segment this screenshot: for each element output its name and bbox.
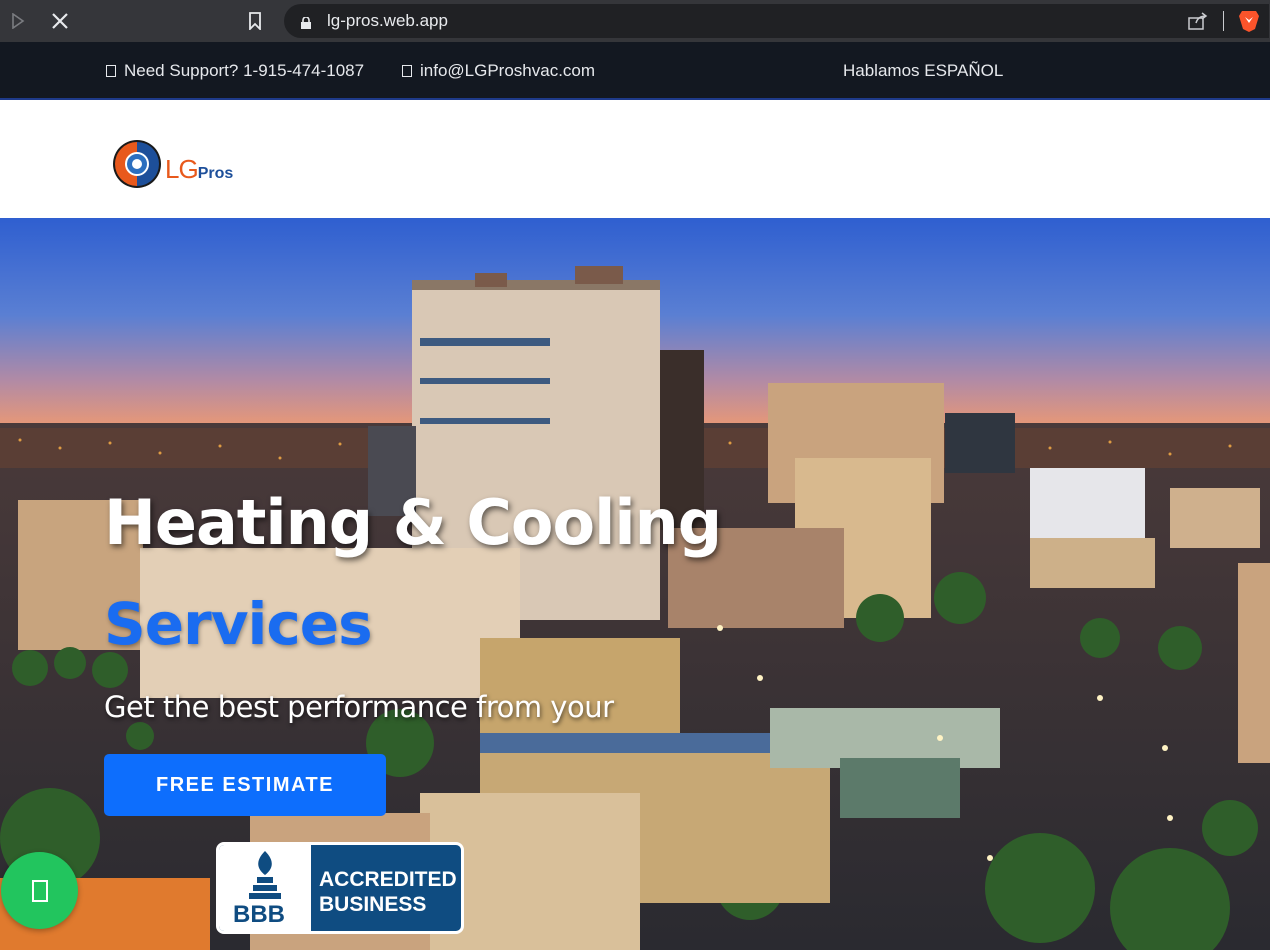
free-estimate-button[interactable]: FREE ESTIMATE (104, 754, 386, 816)
brave-shield-icon[interactable] (1236, 0, 1262, 42)
support-email-link[interactable]: info@LGProshvac.com (402, 42, 595, 100)
bbb-accredited-badge[interactable]: BBB ACCREDITED BUSINESS (216, 842, 464, 934)
language-note: Hablamos ESPAÑOL (843, 61, 1004, 80)
bbb-badge-line1: ACCREDITED (319, 868, 457, 891)
play-icon[interactable] (6, 0, 30, 42)
chat-button[interactable] (1, 852, 78, 929)
support-phone-link[interactable]: Need Support? 1-915-474-1087 (106, 42, 364, 100)
hero-title-services: Services (104, 590, 373, 658)
bbb-logo: BBB (219, 845, 311, 931)
email-icon (402, 65, 412, 77)
logo-emblem-icon (113, 140, 161, 188)
lock-icon (301, 14, 311, 29)
bbb-badge-text: ACCREDITED BUSINESS (319, 867, 457, 917)
logo-pros-text: Pros (197, 165, 234, 182)
share-icon[interactable] (1186, 0, 1210, 42)
browser-toolbar: lg-pros.web.app (0, 0, 1270, 42)
close-icon[interactable] (46, 0, 74, 42)
support-phone-text: Need Support? 1-915-474-1087 (124, 61, 365, 80)
bbb-badge-line2: BUSINESS (319, 893, 427, 916)
hero-title: Heating & Cooling (104, 486, 722, 559)
city-skyline-background (0, 218, 1270, 950)
bookmark-icon[interactable] (243, 0, 267, 42)
logo-lg-text: LG (165, 154, 199, 184)
support-email-text: info@LGProshvac.com (420, 61, 596, 80)
toolbar-divider (1220, 0, 1226, 42)
hero-subtitle: Get the best performance from your (104, 690, 614, 724)
top-bar: Need Support? 1-915-474-1087 info@LGPros… (0, 42, 1270, 100)
bbb-logo-text: BBB (233, 901, 285, 928)
logo-wordmark[interactable]: LGPros (165, 154, 233, 185)
phone-icon (106, 65, 116, 77)
address-url[interactable]: lg-pros.web.app (327, 0, 448, 42)
chat-icon (31, 879, 48, 902)
bbb-torch-icon (249, 851, 281, 899)
hero-section: Heating & Cooling Services Get the best … (0, 218, 1270, 950)
